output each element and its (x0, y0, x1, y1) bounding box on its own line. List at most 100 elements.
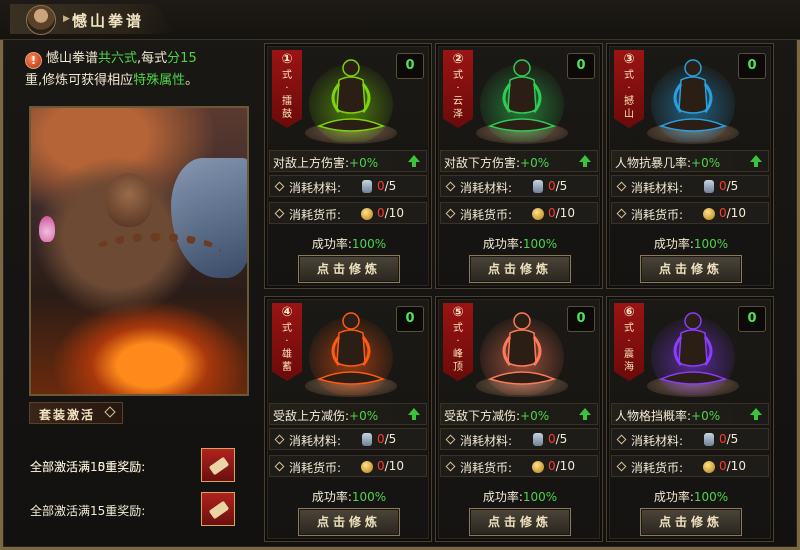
stat-name: 受敌下方减伤: (444, 409, 521, 423)
material-need: /5 (555, 432, 568, 446)
technique-level: 0 (567, 306, 595, 332)
coin-icon (361, 461, 373, 473)
currency-need: /10 (384, 206, 404, 220)
technique-card: ② 式 · 云泽 0 对敌下方伤害:+0% 消耗材料: 0/5 消耗货币: 0/10… (435, 43, 603, 289)
technique-badge: ② 式 · 云泽 (443, 50, 473, 128)
material-label: 消耗材料: (460, 434, 513, 448)
technique-name: 式 · 云泽 (453, 70, 463, 120)
currency-need: /10 (555, 206, 575, 220)
currency-label: 消耗货币: (460, 461, 513, 475)
technique-art: ③ 式 · 撼山 0 (611, 48, 769, 148)
diamond-bullet-icon (445, 461, 456, 472)
diamond-bullet-icon (445, 434, 456, 445)
rate-value: 100% (522, 490, 558, 504)
portrait-beads (91, 233, 221, 273)
material-need: /5 (555, 179, 568, 193)
currency-need: /10 (726, 459, 746, 473)
currency-need: /10 (384, 459, 404, 473)
material-label: 消耗材料: (289, 181, 342, 195)
rate-value: 100% (351, 237, 387, 251)
technique-number: ② (452, 52, 464, 67)
avatar-icon (26, 5, 56, 35)
rate-value: 100% (693, 237, 729, 251)
train-button[interactable]: 点击修炼 (640, 508, 742, 536)
material-qty: 0/5 (377, 432, 396, 446)
stat-name: 受敌上方减伤: (273, 409, 350, 423)
up-arrow-icon (408, 155, 420, 167)
material-have: 0 (548, 432, 556, 446)
material-need: /5 (384, 432, 397, 446)
success-rate: 成功率:100% (436, 488, 604, 505)
diamond-bullet-icon (445, 208, 456, 219)
material-label: 消耗材料: (289, 434, 342, 448)
material-have: 0 (377, 432, 385, 446)
currency-row: 消耗货币: 0/10 (269, 202, 427, 224)
stat-row: 对敌上方伤害:+0% (269, 150, 427, 172)
material-have: 0 (377, 179, 385, 193)
reward-scroll-icon[interactable] (201, 448, 235, 482)
material-qty: 0/5 (719, 432, 738, 446)
technique-art: ④ 式 · 雄蓄 0 (269, 301, 427, 401)
currency-qty: 0/10 (548, 206, 575, 220)
alert-icon: ! (25, 52, 42, 69)
technique-name: 式 · 峰顶 (453, 323, 463, 373)
technique-art: ② 式 · 云泽 0 (440, 48, 598, 148)
diamond-bullet-icon (616, 434, 627, 445)
train-button[interactable]: 点击修炼 (298, 255, 400, 283)
stat-label: 受敌上方减伤:+0% (273, 407, 378, 424)
train-button[interactable]: 点击修炼 (469, 508, 571, 536)
technique-card: ③ 式 · 撼山 0 人物抗暴几率:+0% 消耗材料: 0/5 消耗货币: 0/10… (606, 43, 774, 289)
intro-part2: 共六式 (98, 51, 138, 66)
reward-row-15: 全部激活满15重奖励: (25, 492, 255, 530)
currency-have: 0 (719, 459, 727, 473)
currency-qty: 0/10 (377, 206, 404, 220)
rate-label: 成功率: (482, 490, 523, 504)
diamond-bullet-icon (445, 181, 456, 192)
reward-row-10: 全部激活满10重奖励: (25, 448, 255, 486)
diamond-bullet-icon (274, 434, 285, 445)
arrow-right-icon: ▶ (63, 14, 70, 24)
coin-icon (532, 208, 544, 220)
rate-value: 100% (522, 237, 558, 251)
technique-name: 式 · 撼山 (624, 70, 634, 120)
rate-label: 成功率: (653, 490, 694, 504)
character-portrait (29, 106, 249, 396)
currency-have: 0 (548, 206, 556, 220)
technique-number: ④ (281, 305, 293, 320)
up-arrow-icon (579, 408, 591, 420)
technique-name: 式 · 雄蓄 (282, 323, 292, 373)
currency-label: 消耗货币: (289, 461, 342, 475)
technique-badge: ④ 式 · 雄蓄 (272, 303, 302, 381)
rate-label: 成功率: (311, 237, 352, 251)
success-rate: 成功率:100% (265, 235, 433, 252)
currency-qty: 0/10 (719, 206, 746, 220)
meditating-figure-icon (651, 59, 735, 142)
currency-qty: 0/10 (548, 459, 575, 473)
currency-row: 消耗货币: 0/10 (440, 202, 598, 224)
material-qty: 0/5 (377, 179, 396, 193)
currency-have: 0 (548, 459, 556, 473)
intro-part5: 重 (25, 73, 39, 88)
material-row: 消耗材料: 0/5 (269, 175, 427, 197)
reward-label: 全部激活满15重奖励: (30, 504, 146, 518)
intro-text: ! 憾山拳谱共六式,每式分15 重,修炼可获得相应特殊属性。 (25, 48, 255, 92)
currency-label: 消耗货币: (289, 208, 342, 222)
train-button[interactable]: 点击修炼 (469, 255, 571, 283)
reward-scroll-icon[interactable] (201, 492, 235, 526)
material-qty: 0/5 (548, 179, 567, 193)
up-arrow-icon (750, 155, 762, 167)
technique-number: ③ (623, 52, 635, 67)
train-button[interactable]: 点击修炼 (640, 255, 742, 283)
stone-icon (362, 433, 372, 446)
rate-value: 100% (351, 490, 387, 504)
coin-icon (703, 208, 715, 220)
diamond-bullet-icon (616, 208, 627, 219)
train-button[interactable]: 点击修炼 (298, 508, 400, 536)
currency-row: 消耗货币: 0/10 (611, 455, 769, 477)
rate-label: 成功率: (311, 490, 352, 504)
technique-card: ④ 式 · 雄蓄 0 受敌上方减伤:+0% 消耗材料: 0/5 消耗货币: 0/10… (264, 296, 432, 542)
stone-icon (533, 433, 543, 446)
technique-badge: ⑥ 式 · 震海 (614, 303, 644, 381)
currency-label: 消耗货币: (460, 208, 513, 222)
stat-value: +0% (349, 156, 379, 170)
